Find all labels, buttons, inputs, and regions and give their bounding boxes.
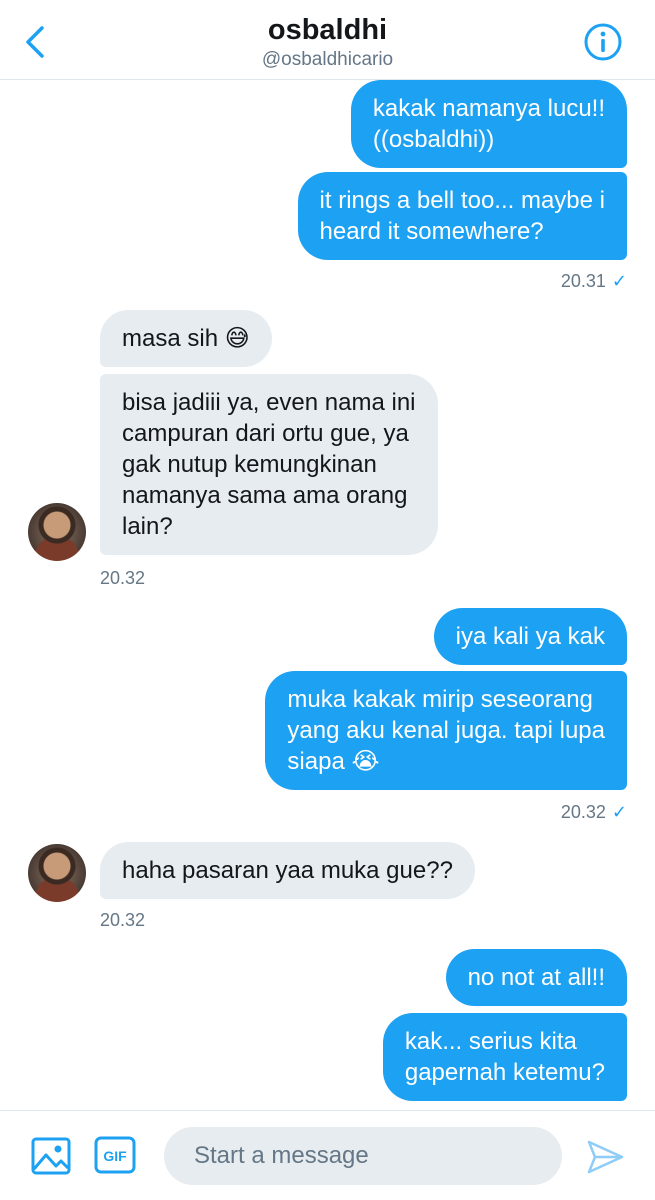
message-line: no not at all!!	[467, 964, 605, 991]
message-line: masa sih	[122, 325, 219, 352]
message-input[interactable]	[164, 1127, 562, 1185]
message-line: siapa	[287, 748, 345, 775]
conversation-handle: @osbaldhicario	[261, 49, 394, 70]
message-bubble-incoming[interactable]: bisa jadiii ya, even nama ini campuran d…	[100, 374, 438, 555]
message-bubble-outgoing[interactable]: kak... serius kita gapernah ketemu?	[382, 1013, 627, 1101]
send-button[interactable]	[585, 1137, 625, 1177]
gif-button[interactable]: GIF	[94, 1136, 136, 1174]
message-line: heard it somewhere?	[319, 218, 544, 245]
message-timestamp: 20.32	[100, 910, 146, 930]
message-bubble-outgoing[interactable]: muka kakak mirip seseorang yang aku kena…	[265, 671, 627, 790]
message-line: it rings a bell too... maybe i	[319, 187, 605, 214]
avatar[interactable]	[28, 503, 86, 561]
message-line: iya kali ya kak	[455, 623, 605, 650]
info-button[interactable]	[583, 22, 623, 62]
message-composer: GIF	[0, 1110, 655, 1200]
message-line: kak... serius kita	[404, 1028, 577, 1055]
message-line: lain?	[122, 513, 173, 540]
message-bubble-outgoing[interactable]: no not at all!!	[445, 949, 627, 1006]
message-thread[interactable]: kakak namanya lucu!! ((osbaldhi)) it rin…	[0, 80, 655, 1110]
message-timestamp: 20.32	[100, 568, 146, 588]
message-timestamp: 20.31 ✓	[561, 271, 627, 292]
message-line: namanya sama ama orang	[122, 482, 408, 509]
send-icon	[587, 1140, 624, 1174]
message-line: campuran dari ortu gue, ya	[122, 420, 409, 447]
conversation-header: osbaldhi @osbaldhicario	[0, 0, 655, 80]
timestamp-text: 20.31	[560, 271, 606, 291]
gif-label: GIF	[103, 1148, 127, 1164]
message-line: bisa jadiii ya, even nama ini	[122, 389, 416, 416]
info-icon	[584, 23, 622, 61]
message-line: ((osbaldhi))	[372, 126, 495, 153]
sent-check-icon: ✓	[611, 802, 627, 822]
message-bubble-outgoing[interactable]: it rings a bell too... maybe i heard it …	[297, 172, 627, 260]
timestamp-text: 20.32	[560, 802, 606, 822]
image-icon	[31, 1137, 71, 1175]
conversation-title[interactable]: osbaldhi	[0, 14, 655, 47]
message-line: gapernah ketemu?	[404, 1059, 605, 1086]
message-bubble-incoming[interactable]: masa sih 😅	[100, 310, 272, 367]
sweat-smile-emoji-icon: 😅	[224, 325, 250, 352]
message-bubble-outgoing[interactable]: kakak namanya lucu!! ((osbaldhi))	[350, 80, 627, 168]
gif-icon: GIF	[94, 1136, 136, 1174]
add-media-button[interactable]	[30, 1135, 72, 1177]
message-line: yang aku kenal juga. tapi lupa	[287, 717, 605, 744]
message-line: kakak namanya lucu!!	[372, 95, 605, 122]
message-bubble-incoming[interactable]: haha pasaran yaa muka gue??	[100, 842, 475, 899]
message-bubble-outgoing[interactable]: iya kali ya kak	[433, 608, 627, 665]
message-timestamp: 20.32 ✓	[561, 802, 627, 823]
message-line: haha pasaran yaa muka gue??	[122, 857, 453, 884]
message-line: gak nutup kemungkinan	[122, 451, 377, 478]
crying-emoji-icon: 😭	[351, 748, 380, 775]
sent-check-icon: ✓	[611, 271, 627, 291]
message-line: muka kakak mirip seseorang	[287, 686, 593, 713]
avatar[interactable]	[28, 844, 86, 902]
